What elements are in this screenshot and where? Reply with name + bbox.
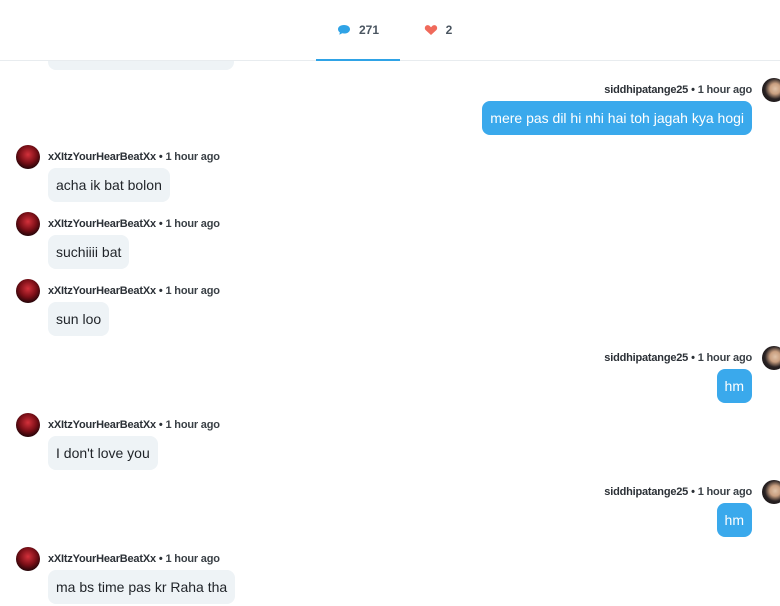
timestamp: 1 hour ago	[165, 151, 220, 163]
username[interactable]: xXItzYourHearBeatXx	[48, 218, 156, 230]
username[interactable]: xXItzYourHearBeatXx	[48, 419, 156, 431]
message-bubble: suchiiii bat	[48, 235, 130, 269]
message-meta: siddhipatange25 • 1 hour ago	[604, 84, 752, 96]
message-incoming: xXItzYourHearBeatXx • 1 hour ago ma bs tim…	[16, 547, 316, 606]
message-bubble: mere pas dil hi nhi hai toh jagah kya ho…	[482, 101, 752, 135]
message-meta: xXItzYourHearBeatXx • 1 hour ago	[48, 151, 220, 163]
username[interactable]: xXItzYourHearBeatXx	[48, 553, 156, 565]
message-meta: siddhipatange25 • 1 hour ago	[604, 352, 752, 364]
message-outgoing: siddhipatange25 • 1 hour ago hm	[480, 346, 780, 406]
comment-icon	[337, 24, 351, 36]
timestamp: 1 hour ago	[165, 218, 220, 230]
timestamp: 1 hour ago	[697, 352, 752, 364]
user-avatar[interactable]	[16, 547, 40, 571]
timestamp: 1 hour ago	[165, 553, 220, 565]
tab-bar: 271 2	[0, 0, 780, 61]
timestamp: 1 hour ago	[697, 84, 752, 96]
message-meta: xXItzYourHearBeatXx • 1 hour ago	[48, 419, 220, 431]
comments-count: 271	[358, 23, 380, 37]
message-bubble: sun loo	[48, 302, 110, 336]
message-meta: xXItzYourHearBeatXx • 1 hour ago	[48, 218, 220, 230]
username[interactable]: xXItzYourHearBeatXx	[48, 151, 156, 163]
message-meta: siddhipatange25 • 1 hour ago	[604, 486, 752, 498]
username[interactable]: siddhipatange25	[604, 486, 688, 498]
message-bubble: hm	[716, 503, 752, 537]
message-incoming: xXItzYourHearBeatXx • 1 hour ago I don't l…	[16, 413, 316, 473]
timestamp: 1 hour ago	[165, 285, 220, 297]
timestamp: 1 hour ago	[697, 486, 752, 498]
likes-count: 2	[445, 23, 453, 37]
user-avatar[interactable]	[16, 145, 40, 169]
message-incoming: xXItzYourHearBeatXx • 1 hour ago acha ik b…	[16, 145, 316, 205]
timestamp: 1 hour ago	[165, 419, 220, 431]
tab-likes[interactable]: 2	[410, 0, 466, 60]
message-outgoing: siddhipatange25 • 1 hour ago hm	[480, 480, 780, 540]
message-bubble: acha ik bat bolon	[48, 168, 170, 202]
message-thread[interactable]: siddhipatange25 • 1 hour ago mere pas dil …	[0, 0, 780, 606]
message-meta: xXItzYourHearBeatXx • 1 hour ago	[48, 553, 220, 565]
message-incoming: xXItzYourHearBeatXx • 1 hour ago sun loo	[16, 279, 316, 339]
message-bubble: ma bs time pas kr Raha tha	[48, 570, 236, 604]
message-incoming: xXItzYourHearBeatXx • 1 hour ago suchiiii …	[16, 212, 316, 272]
user-avatar[interactable]	[16, 413, 40, 437]
message-meta: xXItzYourHearBeatXx • 1 hour ago	[48, 285, 220, 297]
user-avatar[interactable]	[762, 78, 780, 102]
tab-comments[interactable]: 271	[316, 0, 400, 61]
username[interactable]: siddhipatange25	[604, 84, 688, 96]
user-avatar[interactable]	[762, 480, 780, 504]
message-bubble: hm	[716, 369, 752, 403]
message-bubble: I don't love you	[48, 436, 158, 470]
username[interactable]: xXItzYourHearBeatXx	[48, 285, 156, 297]
user-avatar[interactable]	[16, 279, 40, 303]
user-avatar[interactable]	[762, 346, 780, 370]
chat-app: siddhipatange25 • 1 hour ago mere pas dil …	[0, 0, 780, 606]
username[interactable]: siddhipatange25	[604, 352, 688, 364]
user-avatar[interactable]	[16, 212, 40, 236]
message-outgoing: siddhipatange25 • 1 hour ago mere pas dil …	[480, 78, 780, 138]
heart-icon	[424, 24, 438, 36]
